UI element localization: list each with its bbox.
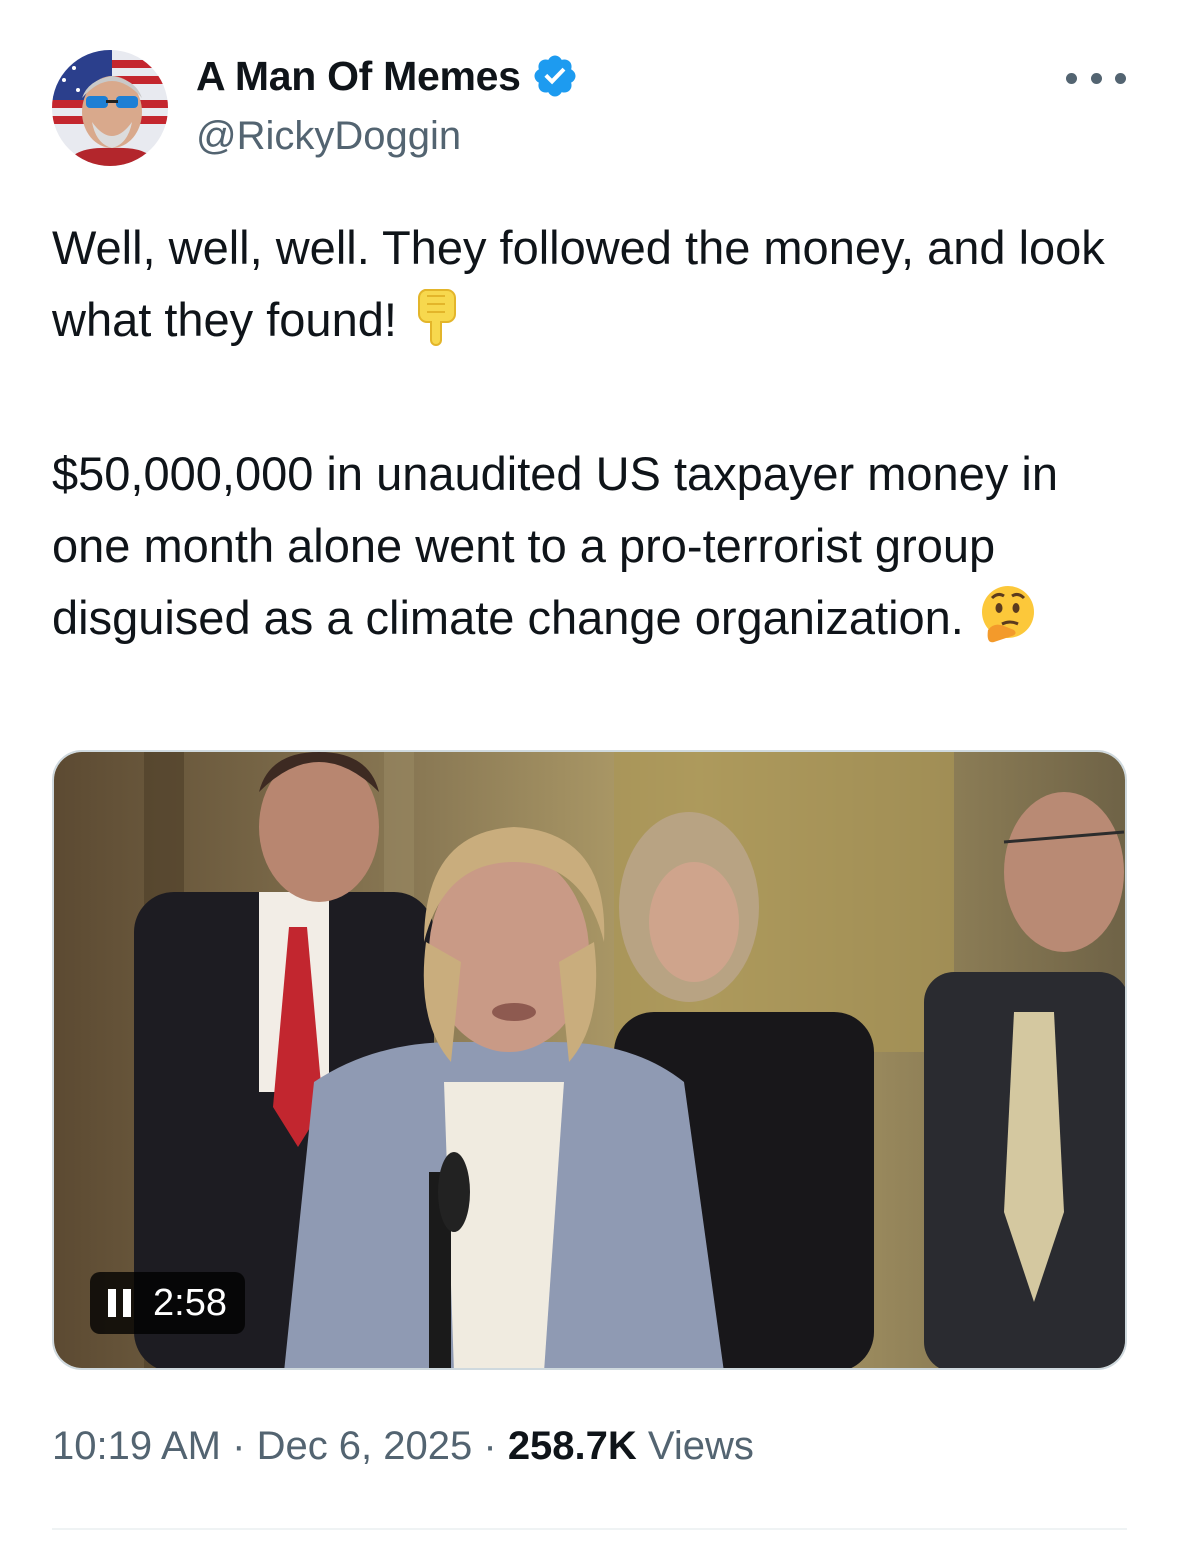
author-handle[interactable]: @RickyDoggin — [196, 114, 461, 159]
avatar[interactable] — [52, 50, 168, 166]
avatar-image — [52, 50, 168, 166]
views-label: Views — [647, 1424, 754, 1468]
author-name-row[interactable]: A Man Of Memes — [196, 52, 579, 100]
divider — [52, 1528, 1127, 1530]
tweet-date[interactable]: Dec 6, 2025 — [257, 1424, 473, 1468]
verified-badge-icon — [531, 52, 579, 100]
tweet-paragraph-1: Well, well, well. They followed the mone… — [52, 212, 1142, 366]
video-player[interactable]: 2:58 — [52, 750, 1127, 1370]
video-remaining-time: 2:58 — [153, 1281, 227, 1324]
tweet-text: Well, well, well. They followed the mone… — [52, 212, 1142, 664]
thinking-face-icon — [978, 584, 1038, 664]
display-name[interactable]: A Man Of Memes — [196, 53, 521, 100]
pause-icon[interactable] — [108, 1288, 131, 1318]
tweet-meta: 10:19 AM · Dec 6, 2025 · 258.7K Views — [52, 1424, 754, 1468]
more-options-icon[interactable] — [1066, 66, 1126, 90]
tweet-time[interactable]: 10:19 AM — [52, 1424, 221, 1468]
views-count: 258.7K — [507, 1424, 637, 1468]
tweet-paragraph-2: $50,000,000 in unaudited US taxpayer mon… — [52, 438, 1142, 664]
video-controls[interactable]: 2:58 — [90, 1272, 245, 1334]
pointing-down-icon — [411, 286, 461, 366]
